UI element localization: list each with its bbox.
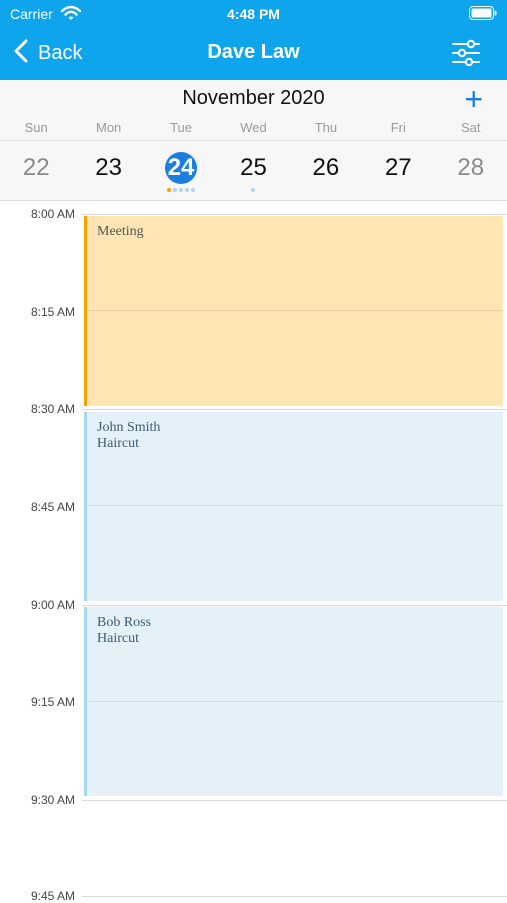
navigation-bar: Back Dave Law — [0, 28, 507, 80]
time-label: 8:15 AM — [30, 305, 75, 319]
event-title: Bob Ross — [97, 615, 152, 630]
date-number: 24 — [165, 152, 198, 184]
time-label: 9:30 AM — [30, 793, 75, 807]
date-cell[interactable]: 27 — [362, 152, 434, 192]
time-label: 8:30 AM — [30, 402, 75, 416]
event-subtitle: Haircut — [97, 631, 139, 646]
hour-line — [82, 896, 507, 897]
hour-line — [82, 214, 507, 215]
battery-icon — [469, 6, 497, 25]
event-subtitle: Haircut — [97, 436, 139, 451]
page-title: Dave Law — [207, 41, 300, 63]
time-label: 9:00 AM — [30, 598, 75, 612]
event-dots — [145, 188, 217, 192]
weekday-label: Sat — [460, 120, 481, 135]
date-number: 25 — [240, 154, 267, 181]
sliders-icon — [451, 39, 481, 72]
date-cell-selected[interactable]: 24 — [145, 152, 217, 192]
hour-line — [82, 409, 507, 410]
date-cell[interactable]: 26 — [290, 152, 362, 192]
date-cell[interactable]: 25 — [217, 152, 289, 192]
date-cell[interactable]: 23 — [72, 152, 144, 192]
time-label: 8:45 AM — [30, 500, 75, 514]
date-cell[interactable]: 28 — [435, 152, 507, 192]
event-dot — [173, 188, 178, 192]
weekday-label: Sun — [24, 120, 48, 135]
add-event-button[interactable]: + — [464, 83, 483, 115]
calendar-header: November 2020 + Sun Mon Tue Wed Thu Fri … — [0, 80, 507, 201]
weekday-row: Sun Mon Tue Wed Thu Fri Sat — [0, 120, 507, 138]
weekday-label: Wed — [240, 120, 267, 135]
date-number: 28 — [457, 154, 485, 181]
date-number: 22 — [22, 154, 50, 181]
event-dot — [179, 188, 184, 192]
weekday-label: Tue — [170, 120, 193, 135]
time-label: 9:15 AM — [30, 695, 75, 709]
event-dot — [251, 188, 256, 192]
weekday-label: Thu — [314, 120, 338, 135]
quarter-hour-line — [87, 505, 503, 506]
event-meeting[interactable]: Meeting — [84, 216, 503, 406]
filter-settings-button[interactable] — [451, 38, 481, 68]
weekday-label: Mon — [95, 120, 122, 135]
quarter-hour-line — [87, 310, 503, 311]
event-title: Meeting — [97, 224, 144, 239]
event-dot — [191, 188, 196, 192]
event-haircut-bob-ross[interactable]: Bob Ross Haircut — [84, 607, 503, 796]
event-dot — [185, 188, 190, 192]
divider — [0, 140, 507, 141]
hour-line — [82, 800, 507, 801]
date-number: 23 — [95, 154, 122, 181]
event-title: John Smith — [97, 420, 161, 435]
quarter-hour-line — [87, 701, 503, 702]
status-bar: Carrier 4:48 PM — [0, 0, 507, 28]
hour-line — [82, 605, 507, 606]
time-label: 8:00 AM — [30, 207, 75, 221]
time-label: 9:45 AM — [30, 889, 75, 903]
date-cell[interactable]: 22 — [0, 152, 72, 192]
status-time: 4:48 PM — [227, 6, 280, 22]
event-dot — [167, 188, 172, 192]
date-row: 22 23 24 25 26 27 28 — [0, 152, 507, 192]
day-timeline[interactable]: 8:00 AM 8:15 AM 8:30 AM 8:45 AM 9:00 AM … — [0, 200, 507, 903]
date-number: 27 — [384, 154, 412, 181]
weekday-label: Fri — [390, 120, 406, 135]
event-haircut-john-smith[interactable]: John Smith Haircut — [84, 412, 503, 601]
month-title: November 2020 — [182, 87, 325, 109]
event-dots — [217, 188, 289, 192]
date-number: 26 — [312, 154, 340, 181]
